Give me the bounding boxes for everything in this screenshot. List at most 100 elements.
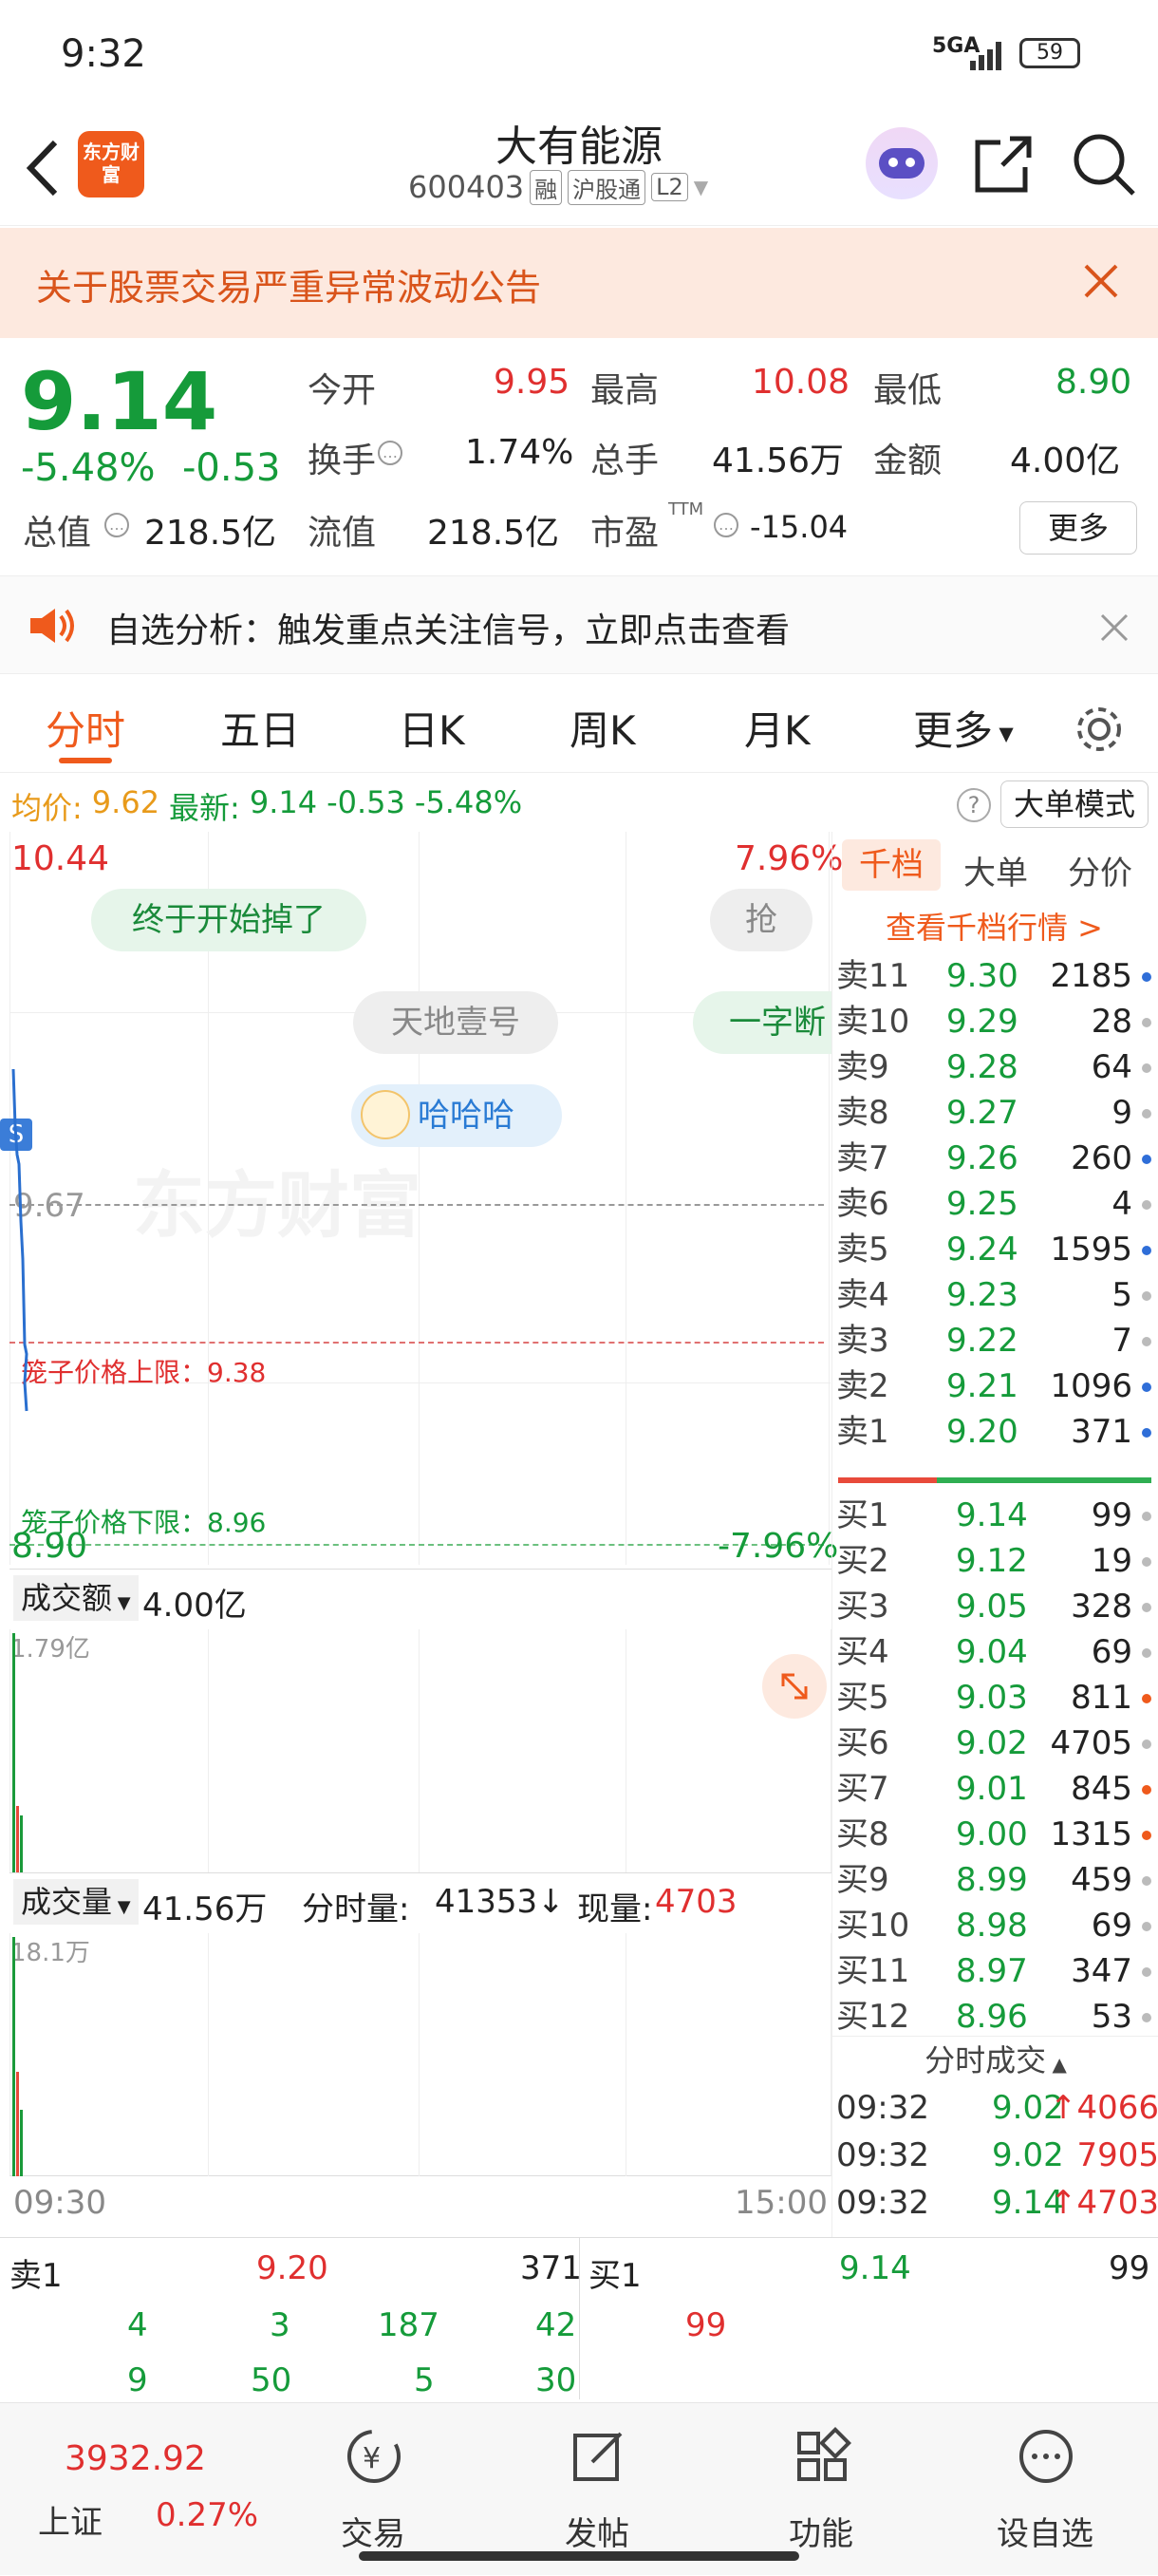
ask-row[interactable]: 卖2 9.21 1096: [832, 1363, 1158, 1409]
nav-trade[interactable]: ¥ 交易: [302, 2403, 444, 2576]
amount-selector[interactable]: 成交额 ▼: [13, 1575, 139, 1621]
tab-daily-k[interactable]: 日K: [399, 699, 465, 757]
ask-row[interactable]: 卖5 9.24 1595: [832, 1227, 1158, 1272]
share-icon[interactable]: [972, 133, 1035, 196]
ask-qty: 4: [1111, 1185, 1132, 1223]
info-icon[interactable]: …: [714, 513, 738, 537]
close-icon[interactable]: [1099, 612, 1130, 643]
intraday-chart[interactable]: 东方财富 10.44 7.96% 终于开始掉了 抢 天地壹号 一字断 哈哈哈 S…: [0, 832, 843, 2237]
ask-price: 9.21: [946, 1367, 1018, 1405]
bid-price: 9.00: [956, 1815, 1028, 1853]
ask-row[interactable]: 卖8 9.27 9: [832, 1090, 1158, 1136]
help-icon[interactable]: ?: [957, 788, 991, 822]
tab-monthly-k[interactable]: 月K: [744, 699, 811, 757]
ask-row[interactable]: 卖4 9.23 5: [832, 1272, 1158, 1318]
nav-add-watchlist[interactable]: 设自选: [974, 2403, 1116, 2576]
bid-row[interactable]: 买5 9.03 811: [832, 1675, 1158, 1720]
ask-level: 卖9: [836, 1048, 889, 1086]
ask-row[interactable]: 卖3 9.22 7: [832, 1318, 1158, 1363]
ask-row[interactable]: 卖9 9.28 64: [832, 1044, 1158, 1090]
depth-cell: 99: [685, 2306, 727, 2344]
bid-level: 买4: [836, 1633, 889, 1671]
prev-close-line: [9, 1204, 824, 1206]
info-icon[interactable]: …: [104, 513, 129, 537]
bid-row[interactable]: 买12 8.96 53: [832, 1994, 1158, 2040]
bid-row[interactable]: 买11 8.97 347: [832, 1948, 1158, 1994]
ask-qty: 371: [1071, 1413, 1132, 1451]
settings-gear-icon[interactable]: [1073, 703, 1126, 756]
robot-assistant-icon[interactable]: [866, 127, 938, 199]
tab-intraday[interactable]: 分时: [46, 699, 125, 757]
index-ticker[interactable]: 3932.92 上证 0.27%: [0, 2403, 285, 2576]
large-order-mode-button[interactable]: 大单模式: [1000, 780, 1149, 828]
tab-large-orders[interactable]: 大单: [963, 847, 1028, 893]
bid-qty: 4705: [1050, 1724, 1132, 1762]
nav-post[interactable]: 发帖: [526, 2403, 668, 2576]
trade-time: 09:32: [836, 2089, 929, 2127]
search-icon[interactable]: [1071, 131, 1137, 197]
nav-label: 交易: [341, 2515, 405, 2553]
comment-bubble[interactable]: 终于开始掉了: [91, 889, 366, 951]
ask-qty: 9: [1111, 1094, 1132, 1132]
ask-price: 9.23: [946, 1276, 1018, 1314]
size-dot: [1142, 1603, 1151, 1612]
expand-icon[interactable]: [762, 1654, 827, 1719]
nav-functions[interactable]: 功能: [750, 2403, 892, 2576]
tab-weekly-k[interactable]: 周K: [570, 699, 636, 757]
comment-bubble[interactable]: 一字断: [693, 991, 831, 1054]
info-icon[interactable]: …: [378, 441, 402, 465]
bid-qty: 99: [1091, 1496, 1132, 1534]
tab-full-depth[interactable]: 千档: [842, 839, 941, 891]
bid-row[interactable]: 买7 9.01 845: [832, 1766, 1158, 1812]
dropdown-icon: ▼: [112, 1593, 131, 1613]
time-sales-header[interactable]: 分时成交 ▲: [832, 2036, 1158, 2083]
dropdown-icon[interactable]: ▼: [694, 176, 708, 198]
ask-row[interactable]: 卖10 9.29 28: [832, 999, 1158, 1044]
depth-strip: 卖1 9.20 371 买1 9.14 99 4 3 187 42 99 9 5…: [0, 2237, 1158, 2399]
tag-margin: 融: [530, 169, 563, 205]
size-dot: [1142, 1337, 1151, 1346]
dropdown-icon: ▼: [112, 1897, 131, 1917]
ask-row[interactable]: 卖6 9.25 4: [832, 1181, 1158, 1227]
bid-row[interactable]: 买4 9.04 69: [832, 1629, 1158, 1675]
analysis-banner[interactable]: 自选分析：触发重点关注信号，立即点击查看: [0, 575, 1158, 674]
bid-row[interactable]: 买1 9.14 99: [832, 1493, 1158, 1538]
size-dot: [1142, 1739, 1151, 1749]
bid-row[interactable]: 买6 9.02 4705: [832, 1720, 1158, 1766]
comment-bubble[interactable]: 抢: [710, 889, 812, 951]
ask-row[interactable]: 卖1 9.20 371: [832, 1409, 1158, 1455]
more-button[interactable]: 更多: [1019, 501, 1137, 555]
ask-qty: 1595: [1050, 1231, 1132, 1269]
bid-row[interactable]: 买8 9.00 1315: [832, 1812, 1158, 1857]
price-axis-top: 10.44: [11, 839, 110, 878]
size-dot: [1142, 1155, 1151, 1164]
close-icon[interactable]: [1082, 262, 1120, 300]
analysis-text[interactable]: 自选分析：触发重点关注信号，立即点击查看: [106, 603, 790, 652]
ask-qty: 1096: [1050, 1367, 1132, 1405]
time-sales-list: 09:32 9.02 ↑4066 09:32 9.02 7905 09:32 9.14 ↑470…: [832, 2085, 1158, 2237]
depth-cell: 4: [127, 2306, 148, 2344]
ask-level: 卖2: [836, 1367, 889, 1405]
bid-row[interactable]: 买9 8.99 459: [832, 1857, 1158, 1903]
bid-row[interactable]: 买2 9.12 19: [832, 1538, 1158, 1584]
bid-qty: 845: [1071, 1770, 1132, 1808]
bid-row[interactable]: 买3 9.05 328: [832, 1584, 1158, 1629]
announcement-text[interactable]: 关于股票交易严重异常波动公告: [36, 258, 541, 310]
ask-row[interactable]: 卖7 9.26 260: [832, 1136, 1158, 1181]
comment-bubble[interactable]: 天地壹号: [353, 991, 558, 1054]
view-full-depth-link[interactable]: 查看千档行情 >: [886, 904, 1103, 948]
tab-five-day[interactable]: 五日: [220, 699, 300, 757]
ask-row[interactable]: 卖11 9.30 2185: [832, 953, 1158, 999]
announcement-banner[interactable]: 关于股票交易严重异常波动公告: [0, 228, 1158, 338]
high-label: 最高: [590, 371, 660, 410]
bid-qty: 69: [1091, 1907, 1132, 1945]
depth-buy-label: 买1: [588, 2257, 642, 2295]
volume-max-label: 18.1万: [10, 1939, 90, 1967]
tab-more[interactable]: 更多 ▼: [913, 699, 1014, 757]
volume-selector[interactable]: 成交量 ▼: [13, 1879, 139, 1925]
volume-bar: [12, 1937, 15, 2176]
bid-row[interactable]: 买10 8.98 69: [832, 1903, 1158, 1948]
tab-price-distribution[interactable]: 分价: [1068, 847, 1132, 893]
bid-price: 9.02: [956, 1724, 1028, 1762]
bid-price: 9.04: [956, 1633, 1028, 1671]
